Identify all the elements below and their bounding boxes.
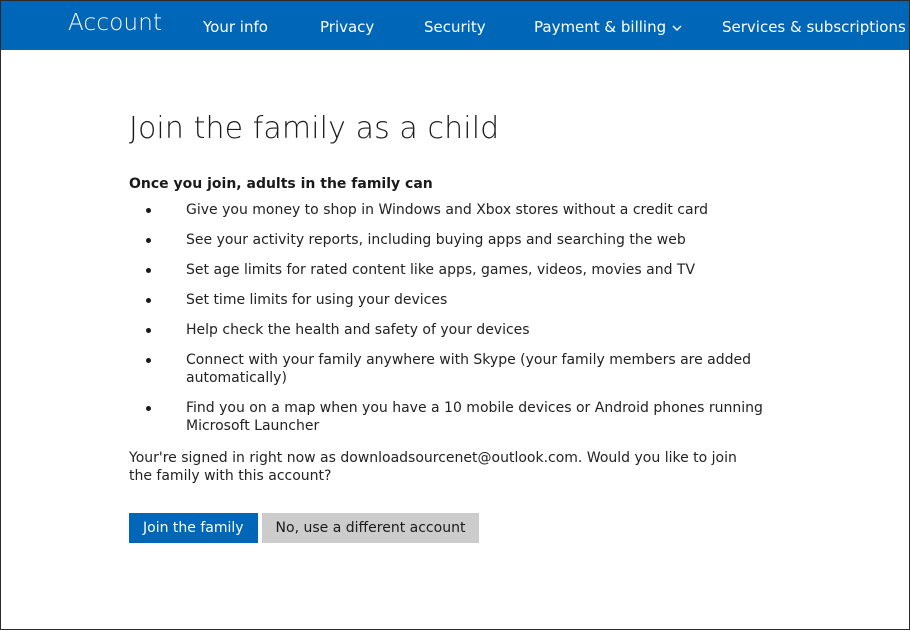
join-family-button[interactable]: Join the family xyxy=(129,513,258,543)
list-item-text: Connect with your family anywhere with S… xyxy=(186,352,752,386)
bullet-icon xyxy=(146,406,151,411)
list-item: Set time limits for using your devices xyxy=(129,291,769,309)
nav-payment-billing[interactable]: Payment & billing xyxy=(534,18,682,36)
brand-title[interactable]: Account xyxy=(68,10,162,36)
permissions-list: Give you money to shop in Windows and Xb… xyxy=(129,201,769,435)
bullet-icon xyxy=(146,208,151,213)
nav-services-subscriptions[interactable]: Services & subscriptions xyxy=(722,18,906,36)
page-title: Join the family as a child xyxy=(129,111,500,146)
page-frame: Account Your info Privacy Security Payme… xyxy=(0,0,910,630)
nav-payment-billing-label: Payment & billing xyxy=(534,18,667,36)
bullet-icon xyxy=(146,238,151,243)
signed-in-message: Your're signed in right now as downloads… xyxy=(129,450,737,484)
top-nav-bar: Account Your info Privacy Security Payme… xyxy=(1,1,909,50)
nav-privacy[interactable]: Privacy xyxy=(320,18,374,36)
list-item: Find you on a map when you have a 10 mob… xyxy=(129,399,769,435)
list-item-text: See your activity reports, including buy… xyxy=(186,232,686,248)
bullet-icon xyxy=(146,328,151,333)
list-item-text: Set age limits for rated content like ap… xyxy=(186,262,696,278)
list-item: Set age limits for rated content like ap… xyxy=(129,261,769,279)
list-item-text: Give you money to shop in Windows and Xb… xyxy=(186,202,708,218)
nav-your-info[interactable]: Your info xyxy=(203,18,268,36)
list-item-text: Find you on a map when you have a 10 mob… xyxy=(186,400,763,434)
list-item: Help check the health and safety of your… xyxy=(129,321,769,339)
lead-text: Once you join, adults in the family can xyxy=(129,176,433,192)
list-item: See your activity reports, including buy… xyxy=(129,231,769,249)
list-item-text: Help check the health and safety of your… xyxy=(186,322,530,338)
list-item: Connect with your family anywhere with S… xyxy=(129,351,769,387)
bullet-icon xyxy=(146,358,151,363)
list-item: Give you money to shop in Windows and Xb… xyxy=(129,201,769,219)
chevron-down-icon xyxy=(672,25,682,31)
bullet-icon xyxy=(146,268,151,273)
main-content: Join the family as a child Once you join… xyxy=(129,111,769,543)
action-buttons: Join the family No, use a different acco… xyxy=(129,513,769,543)
use-different-account-button[interactable]: No, use a different account xyxy=(261,513,480,543)
bullet-icon xyxy=(146,298,151,303)
nav-security[interactable]: Security xyxy=(424,18,486,36)
list-item-text: Set time limits for using your devices xyxy=(186,292,448,308)
